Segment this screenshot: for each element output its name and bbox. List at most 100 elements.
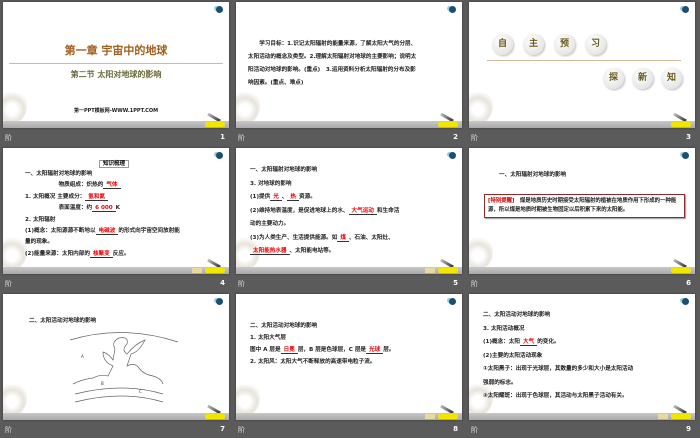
text-segment: ②太阳耀斑：出现于色球层，其活动与太阳黑子活动有关。	[483, 393, 628, 399]
text-segment: 和生命活	[376, 207, 400, 214]
text-segment: (1)概念：太阳	[483, 339, 520, 345]
slide-thumbnail-4[interactable]: 一、太阳辐射对地球的影响 物质组成：炽热的 气体 1. 太阳概况 主要成分： 氢和氦 …	[0, 146, 233, 292]
slide-thumbnail-3[interactable]: 自主预习探新知阶 3	[466, 0, 699, 146]
answer-blank: 氢和氦	[85, 193, 109, 201]
text-line: 1. 太阳概况 主要成分： 氢和氦	[25, 192, 217, 203]
slide-thumbnail-6[interactable]: 一、太阳辐射对地球的影响 [特别提醒] 煤是地质历史时期接受太阳辐射的植被在地质作…	[466, 146, 699, 292]
transition-icon[interactable]: 阶	[238, 133, 245, 143]
slide-number: 6	[686, 279, 691, 287]
flower-decoration	[469, 234, 493, 270]
circle-char: 探	[603, 68, 624, 89]
text-segment: 一、太阳辐射对地球的影响	[250, 167, 318, 173]
nav-button-icon[interactable]	[205, 268, 225, 273]
text-line: (1)提供光、热资源。	[250, 191, 450, 205]
slide-canvas[interactable]: 二、太阳活动对地球的影响 A B C	[3, 294, 229, 420]
text-segment: 、石油、太阳灶、	[348, 234, 394, 241]
text-segment: 二、太阳活动对地球的影响	[250, 323, 318, 329]
text-line: 一、太阳辐射对地球的影响	[250, 164, 450, 178]
flower-decoration	[469, 88, 493, 124]
circle-char: 知	[661, 68, 682, 89]
slide-bottom-band	[3, 121, 229, 128]
text-line: 太阳活动的概念及类型。2.理解太阳辐射对地球的主要影响；说明太	[248, 51, 450, 64]
text-segment: 2. 太阳辐射	[25, 216, 56, 223]
text-line: 二、太阳活动对地球的影响	[250, 320, 450, 332]
text-line: 1. 太阳大气层	[250, 332, 450, 344]
back-button-icon[interactable]	[192, 268, 202, 273]
slide-canvas[interactable]: 二、太阳活动对地球的影响 1. 太阳大气层 图中 A 层是 日冕 层，B 层是色球层，…	[236, 294, 462, 420]
slide-canvas[interactable]: 自主预习探新知	[469, 2, 695, 128]
text-segment: 层。	[383, 347, 395, 353]
transition-icon[interactable]: 阶	[5, 279, 12, 289]
note-text: 煤是地质历史时期接受太阳辐射的植被在地质作用下形成的一种能源，所以煤是地质时期被…	[488, 198, 677, 213]
slide-body: 学习目标：1.识记太阳辐射的能量来源，了解太阳大气的分层、 太阳活动的概念及类型。…	[248, 38, 450, 90]
slide-thumbnail-5[interactable]: 一、太阳辐射对地球的影响 3. 对地球的影响 (1)提供光、热资源。 (2)维持地表温…	[233, 146, 466, 292]
text-line: (1)概念：太阳 大气 的变化。	[483, 336, 683, 350]
text-segment: 量的现象。	[25, 239, 53, 246]
slide-canvas[interactable]: 一、太阳辐射对地球的影响 物质组成：炽热的 气体 1. 太阳概况 主要成分： 氢和氦 …	[3, 148, 229, 274]
slide-canvas[interactable]: 学习目标：1.识记太阳辐射的能量来源，了解太阳大气的分层、 太阳活动的概念及类型。…	[236, 2, 462, 128]
transition-icon[interactable]: 阶	[238, 279, 245, 289]
text-segment: 2. 太阳风：太阳大气不断释放的高速带电粒子流。	[250, 359, 376, 365]
slide-subtitle: 第二节 太阳对地球的影响	[70, 69, 162, 79]
slide-number: 4	[220, 279, 225, 287]
back-button-icon[interactable]	[425, 268, 435, 273]
dot-decoration-icon	[449, 298, 456, 305]
text-segment: (1)概念：太阳源源不断地以	[25, 228, 96, 235]
text-line: 2. 太阳辐射	[25, 215, 217, 226]
answer-blank: 光	[270, 194, 282, 201]
transition-icon[interactable]: 阶	[5, 133, 12, 143]
nav-button-icon[interactable]	[671, 122, 691, 127]
text-segment: 阳活动对地球的影响。(重点) 3.运用资料分析太阳辐射的分布及影	[248, 67, 416, 73]
text-line: (3)为人类生产、生活提供能源。如煤、石油、太阳灶、	[250, 232, 450, 246]
nav-button-icon[interactable]	[438, 268, 458, 273]
transition-icon[interactable]: 阶	[238, 425, 245, 435]
site-text: 第一PPT模板网-WWW.1PPT.COM	[73, 108, 159, 114]
slide-title: 第一章 宇宙中的地球	[64, 44, 168, 57]
divider	[487, 60, 681, 61]
slide-number: 9	[686, 425, 691, 433]
answer-blank: 日冕	[280, 347, 298, 354]
slide-thumbnail-9[interactable]: 二、太阳活动对地球的影响 3. 太阳活动概况 (1)概念：太阳 大气 的变化。 (2)主要…	[466, 292, 699, 438]
title-divider	[9, 63, 223, 64]
slide-bottom-band	[236, 121, 462, 128]
diagram-line	[74, 387, 164, 395]
layer-label-a: A	[81, 354, 84, 359]
dot-decoration-icon	[682, 298, 689, 305]
text-segment: (2)主要的太阳活动现象	[483, 352, 543, 359]
slide-canvas[interactable]: 第一章 宇宙中的地球 第二节 太阳对地球的影响第一PPT模板网-WWW.1PPT.…	[3, 2, 229, 128]
nav-button-icon[interactable]	[671, 414, 691, 419]
answer-blank: 光球	[366, 347, 384, 354]
slide-thumbnail-7[interactable]: 二、太阳活动对地球的影响 A B C 阶 7	[0, 292, 233, 438]
text-segment: 3. 对地球的影响	[250, 180, 292, 187]
transition-icon[interactable]: 阶	[471, 425, 478, 435]
slide-thumbnail-2[interactable]: 学习目标：1.识记太阳辐射的能量来源，了解太阳大气的分层、 太阳活动的概念及类型。…	[233, 0, 466, 146]
nav-button-icon[interactable]	[205, 122, 225, 127]
text-line: 图中 A 层是 日冕 层，B 层是色球层，C 层是 光球 层。	[250, 344, 450, 356]
transition-icon[interactable]: 阶	[471, 133, 478, 143]
back-button-icon[interactable]	[658, 414, 668, 419]
text-segment: 物质组成：炽热的	[25, 182, 104, 189]
back-button-icon[interactable]	[425, 414, 435, 419]
diagram-line	[74, 395, 164, 403]
slide-thumbnail-1[interactable]: 第一章 宇宙中的地球 第二节 太阳对地球的影响第一PPT模板网-WWW.1PPT.…	[0, 0, 233, 146]
slide-thumbnail-8[interactable]: 二、太阳活动对地球的影响 1. 太阳大气层 图中 A 层是 日冕 层，B 层是色球层，…	[233, 292, 466, 438]
slide-canvas[interactable]: 二、太阳活动对地球的影响 3. 太阳活动概况 (1)概念：太阳 大气 的变化。 (2)主要…	[469, 294, 695, 420]
dot-decoration-icon	[682, 152, 689, 159]
circle-char: 主	[523, 34, 544, 55]
text-segment: 一、太阳辐射对地球的影响	[25, 171, 93, 177]
text-line: 物质组成：炽热的 气体	[25, 180, 217, 191]
nav-button-icon[interactable]	[438, 122, 458, 127]
nav-button-icon[interactable]	[671, 268, 691, 273]
text-segment: 的形式向宇宙空间放射能	[118, 228, 180, 235]
text-line: (2)主要的太阳活动现象	[483, 350, 683, 364]
slide-canvas[interactable]: 一、太阳辐射对地球的影响 [特别提醒] 煤是地质历史时期接受太阳辐射的植被在地质作…	[469, 148, 695, 274]
text-line: (2)能量来源：太阳内部的 核聚变 反应。	[25, 249, 217, 260]
transition-icon[interactable]: 阶	[471, 279, 478, 289]
slide-body: 二、太阳活动对地球的影响 3. 太阳活动概况 (1)概念：太阳 大气 的变化。 (2)主要…	[483, 309, 683, 404]
transition-icon[interactable]: 阶	[5, 425, 12, 435]
answer-blank: 核聚变	[89, 250, 113, 258]
text-segment: 图中 A 层是	[250, 347, 281, 353]
slide-canvas[interactable]: 一、太阳辐射对地球的影响 3. 对地球的影响 (1)提供光、热资源。 (2)维持地表温…	[236, 148, 462, 274]
nav-button-icon[interactable]	[438, 414, 458, 419]
dot-decoration-icon	[216, 152, 223, 159]
